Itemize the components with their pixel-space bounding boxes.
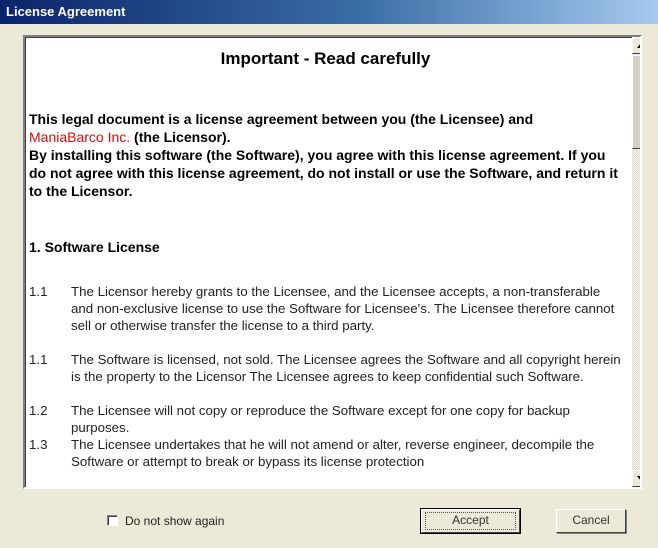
clause-number: 1.3	[29, 437, 48, 452]
clause-text: The Licensor hereby grants to the Licens…	[71, 284, 615, 333]
focus-rectangle	[425, 512, 516, 530]
do-not-show-again-label[interactable]: Do not show again	[125, 513, 224, 529]
licensor-name: ManiaBarco Inc.	[29, 129, 131, 145]
scroll-up-button[interactable]	[632, 37, 640, 54]
document-title: Important - Read carefully	[220, 49, 431, 68]
clause-number: 1.1	[29, 284, 48, 299]
scroll-down-arrow-icon	[637, 476, 640, 481]
clause-number: 1.1	[29, 352, 48, 367]
scrollbar-thumb[interactable]	[632, 55, 640, 149]
scroll-up-arrow-icon	[637, 43, 640, 48]
clause-text: The Software is licensed, not sold. The …	[71, 352, 621, 384]
do-not-show-again-checkbox[interactable]	[107, 515, 118, 526]
cancel-button[interactable]: Cancel	[556, 509, 626, 533]
window-title: License Agreement	[6, 4, 126, 19]
intro-text-2: (the Licensor).	[130, 129, 231, 145]
accept-button[interactable]: Accept	[420, 508, 521, 534]
license-dialog: License Agreement Important - Read caref…	[0, 0, 658, 548]
clause-number: 1.2	[29, 403, 48, 418]
clause-text: The Licensee undertakes that he will not…	[71, 437, 595, 469]
license-document: Important - Read carefully This legal do…	[27, 37, 624, 487]
cancel-button-label: Cancel	[572, 513, 610, 527]
clause-text: The Licensee will not copy or reproduce …	[71, 403, 570, 435]
title-bar[interactable]: License Agreement	[0, 0, 658, 24]
intro-text-1: This legal document is a license agreeme…	[29, 111, 534, 127]
section-heading: 1. Software License	[29, 239, 160, 255]
intro-paragraph: This legal document is a license agreeme…	[29, 110, 624, 200]
intro-text-3: By installing this software (the Softwar…	[29, 147, 618, 199]
vertical-scrollbar[interactable]	[632, 37, 640, 487]
scroll-down-button[interactable]	[632, 470, 640, 487]
license-text-area[interactable]: Important - Read carefully This legal do…	[23, 35, 642, 489]
